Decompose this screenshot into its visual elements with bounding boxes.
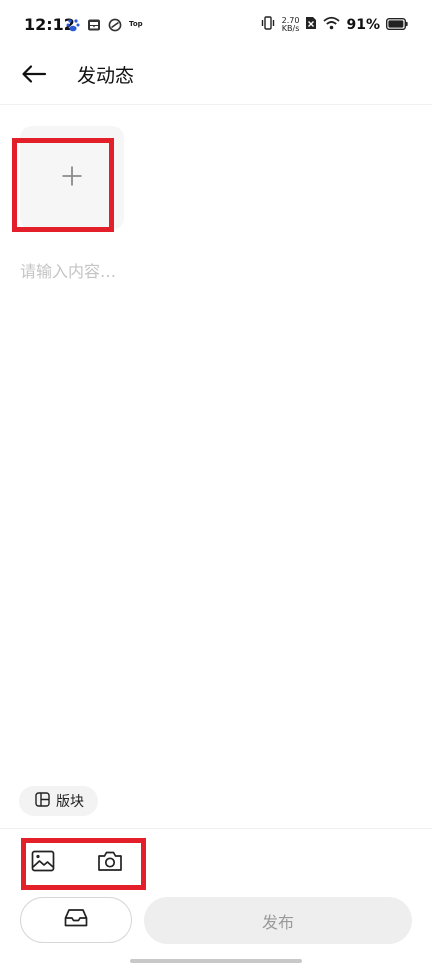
top-badge: Top bbox=[129, 20, 143, 28]
toolbar-divider bbox=[0, 828, 432, 829]
screen: 12:12 Top 2.70 KB/s 91% 发动态 请输入内容… 版块 发布 bbox=[0, 0, 432, 964]
home-indicator[interactable] bbox=[130, 959, 302, 963]
plus-icon bbox=[61, 165, 83, 191]
vibrate-icon bbox=[260, 15, 276, 34]
publish-button[interactable]: 发布 bbox=[144, 897, 412, 944]
camera-icon bbox=[97, 850, 123, 876]
arrow-left-icon bbox=[21, 64, 47, 88]
insert-image-button[interactable] bbox=[27, 847, 59, 879]
inbox-icon bbox=[64, 908, 88, 932]
network-speed-unit: KB/s bbox=[281, 23, 300, 33]
image-icon bbox=[31, 850, 55, 876]
page-title: 发动态 bbox=[77, 65, 135, 87]
mail-box-icon bbox=[87, 17, 101, 31]
baidu-paw-icon bbox=[66, 17, 80, 32]
wifi-icon bbox=[323, 15, 341, 34]
status-system-icons: 2.70 KB/s 91% bbox=[260, 15, 408, 34]
no-sim-icon bbox=[305, 15, 317, 34]
status-notification-icons: Top bbox=[66, 17, 143, 32]
drafts-button[interactable] bbox=[20, 897, 132, 943]
add-image-button[interactable] bbox=[20, 126, 124, 230]
sync-swirl-icon bbox=[108, 17, 122, 32]
section-chip-label: 版块 bbox=[56, 794, 84, 810]
section-select-button[interactable]: 版块 bbox=[19, 786, 98, 816]
layout-icon bbox=[35, 791, 50, 811]
battery-icon bbox=[385, 15, 408, 34]
take-photo-button[interactable] bbox=[94, 847, 126, 879]
header-bar: 发动态 bbox=[0, 50, 432, 105]
content-input[interactable] bbox=[20, 258, 412, 758]
status-bar: 12:12 Top 2.70 KB/s 91% bbox=[0, 0, 432, 50]
back-button[interactable] bbox=[18, 62, 50, 90]
battery-percent: 91% bbox=[346, 16, 380, 33]
network-speed: 2.70 KB/s bbox=[281, 16, 300, 33]
